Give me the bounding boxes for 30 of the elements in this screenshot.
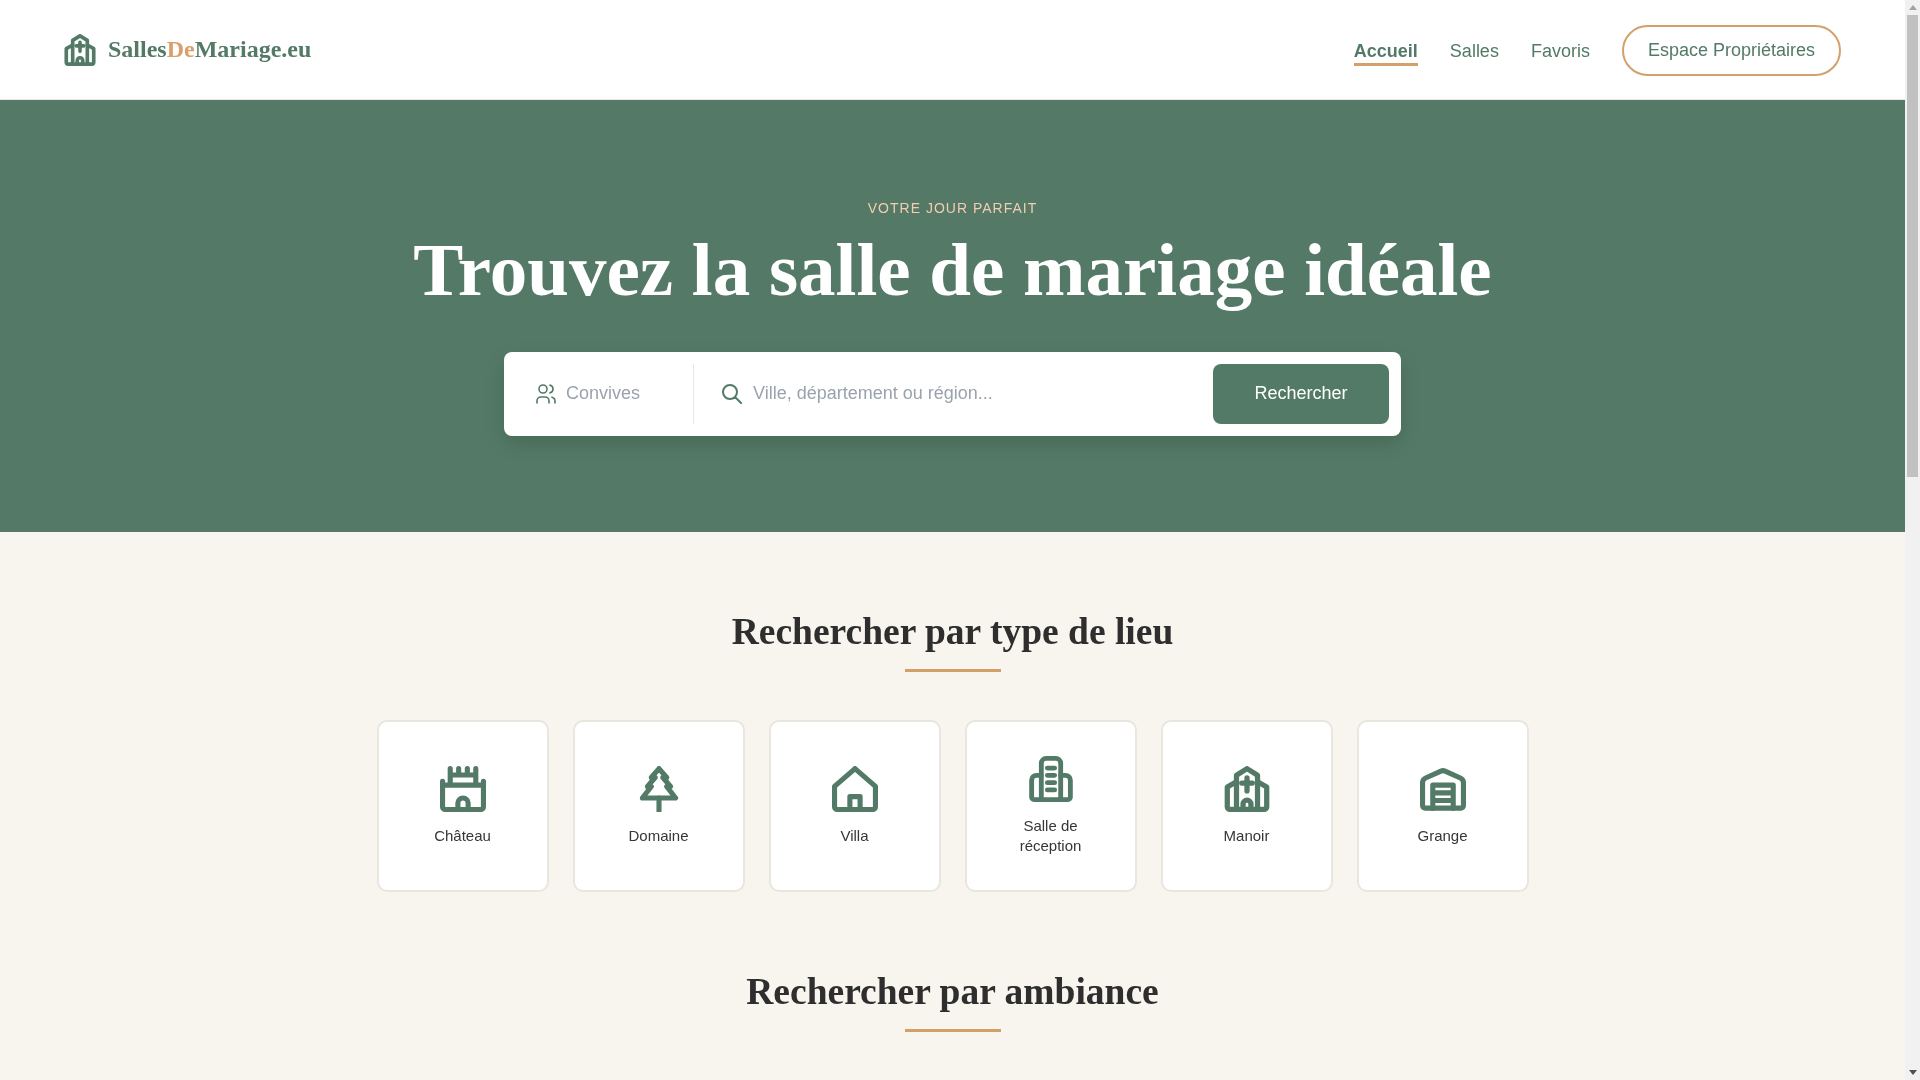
venue-type-card[interactable]: Villa (768, 719, 941, 892)
venue-type-card[interactable]: Château (376, 719, 549, 892)
logo-text[interactable]: SallesDeMariage.eu (108, 36, 312, 63)
venue-type-card[interactable]: Grange (1356, 719, 1529, 892)
house-icon (831, 765, 878, 812)
venue-type-card[interactable]: Salle de réception (964, 719, 1137, 892)
church-icon (1223, 765, 1270, 812)
section-title: Rechercher par ambiance (746, 969, 1159, 1014)
nav-link[interactable]: Favoris (1530, 33, 1590, 66)
venue-type-card[interactable]: Domaine (572, 719, 745, 892)
castle-icon (439, 765, 486, 812)
section-title: Rechercher par type de lieu (731, 609, 1174, 654)
scrollbar[interactable] (1905, 0, 1920, 1080)
caret-down-icon[interactable] (1908, 1070, 1917, 1075)
owner-space-button[interactable]: Espace Propriétaires (1621, 25, 1841, 76)
location-field[interactable]: Ville, département ou région... (753, 379, 1213, 408)
search-icon (722, 383, 742, 404)
warehouse-icon (1419, 765, 1466, 812)
guests-field[interactable]: Convives (566, 379, 693, 408)
venue-type-card[interactable]: Manoir (1160, 719, 1333, 892)
nav-link[interactable]: Salles (1449, 33, 1499, 66)
hero-title: Trouvez la salle de mariage idéale (413, 229, 1492, 312)
church-icon[interactable] (64, 33, 96, 66)
building-icon (1027, 755, 1074, 802)
search-button[interactable]: Rechercher (1213, 363, 1389, 424)
hero-eyebrow: VOTRE JOUR PARFAIT (867, 200, 1038, 217)
scrollbar-thumb[interactable] (1907, 15, 1918, 477)
nav-link[interactable]: Accueil (1353, 33, 1418, 66)
users-icon (536, 383, 556, 404)
caret-up-icon[interactable] (1908, 5, 1917, 10)
